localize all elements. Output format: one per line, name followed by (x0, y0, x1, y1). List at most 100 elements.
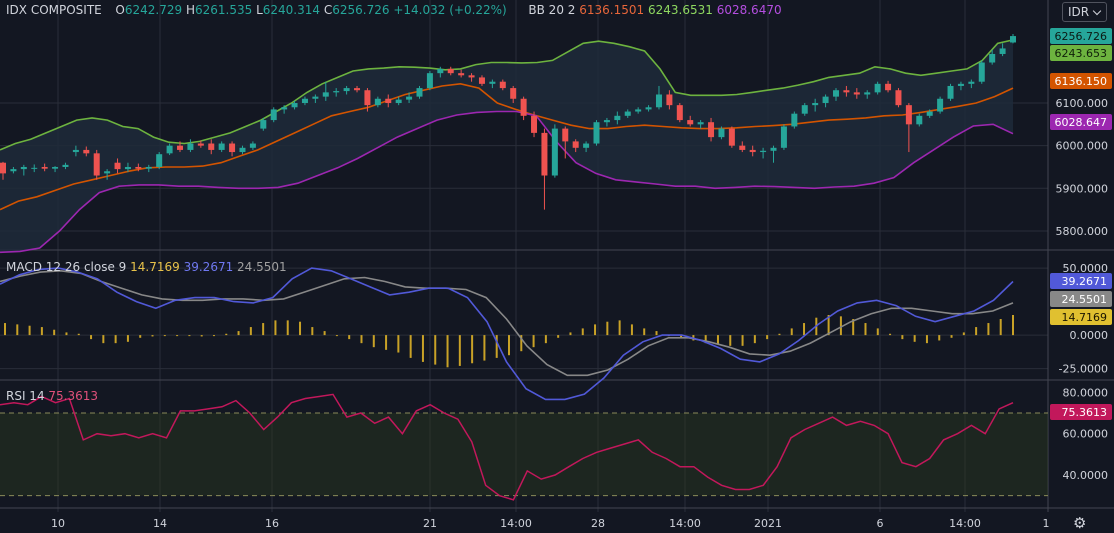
macd-hist-bar (753, 335, 756, 344)
macd-hist-bar (274, 320, 277, 336)
macd-hist-bar (766, 335, 769, 340)
candle (614, 115, 621, 121)
candle (499, 81, 506, 89)
signal-badge: 24.5501 (1062, 293, 1108, 306)
candle (52, 166, 59, 169)
macd-hist-bar (102, 335, 105, 344)
candle (562, 128, 569, 142)
time-axis-label: 10 (51, 517, 65, 530)
rsi-scale-label: 40.0000 (1063, 469, 1109, 482)
candle (655, 94, 662, 108)
macd-hist-bar (999, 319, 1002, 336)
rsi-band-fill (0, 413, 1048, 496)
price-lower-badge: 6028.647 (1055, 116, 1108, 129)
bb-lower-value: 6028.6470 (716, 3, 782, 17)
macd-label: MACD 12 26 close 9 (6, 260, 127, 274)
price-basis-badge: 6136.150 (1055, 75, 1108, 88)
macd-scale-label: -25.0000 (1059, 363, 1108, 376)
macd-hist-bar (1012, 315, 1014, 336)
candle (780, 126, 787, 148)
macd-hist-bar (483, 335, 486, 361)
macd-signal-line (0, 269, 1014, 377)
candle (166, 145, 173, 154)
candle (426, 73, 433, 89)
candle (957, 83, 964, 86)
macd-badge: 39.2671 (1062, 275, 1108, 288)
candle (885, 83, 892, 91)
candle (41, 166, 48, 169)
gear-icon: ⚙ (1073, 514, 1087, 532)
candle (760, 150, 767, 153)
candle (551, 128, 558, 176)
macd-hist-bar (938, 335, 941, 341)
macd-hist-bar (65, 332, 68, 336)
candle (177, 145, 184, 150)
macd-hist-bar (249, 327, 252, 336)
macd-hist-bar (114, 335, 117, 344)
macd-hist-bar (864, 323, 867, 336)
macd-hist-value: 14.7169 (130, 260, 180, 274)
candle (968, 81, 975, 84)
candle (583, 143, 590, 148)
macd-hist-bar (360, 335, 363, 344)
macd-hist-bar (889, 333, 892, 336)
candle (0, 162, 6, 174)
time-axis-label: 16 (265, 517, 279, 530)
candle (218, 143, 225, 150)
candle (666, 94, 673, 106)
macd-hist-bar (139, 335, 142, 338)
macd-hist-bar (299, 321, 302, 336)
candle (312, 96, 319, 99)
macd-scale-label: 0.0000 (1070, 329, 1109, 342)
currency-label: IDR (1068, 5, 1090, 19)
candle (697, 122, 704, 125)
candle (364, 90, 371, 106)
candle (270, 109, 277, 121)
time-axis-label: 1 (1043, 517, 1050, 530)
price-scale-label: 5900.000 (1056, 182, 1109, 195)
bb-label: BB 20 2 (528, 3, 576, 17)
macd-hist-bar (323, 331, 326, 336)
macd-hist-bar (618, 320, 621, 336)
macd-hist-bar (950, 335, 953, 338)
macd-hist-bar (237, 331, 240, 336)
macd-hist-bar (876, 328, 879, 336)
candle (541, 132, 548, 176)
rsi-value: 75.3613 (48, 389, 99, 403)
macd-hist-bar (655, 331, 658, 336)
bb-basis-value: 6136.1501 (579, 3, 645, 17)
high-value: 6261.535 (194, 3, 253, 17)
candle (468, 75, 475, 78)
candle (749, 149, 756, 153)
open-value: 6242.729 (124, 3, 183, 17)
candle (62, 164, 69, 167)
high-label: H (185, 3, 195, 17)
macd-hist-bar (188, 335, 191, 337)
time-axis-label: 14:00 (949, 517, 981, 530)
macd-hist-bar (286, 320, 289, 336)
candle (124, 166, 131, 170)
macd-hist-bar (212, 335, 215, 337)
settings-button[interactable]: ⚙ (1073, 515, 1089, 531)
candle (531, 115, 538, 133)
macd-hist-bar (200, 335, 203, 337)
candle (208, 143, 215, 150)
close-label: C (323, 3, 333, 17)
candle (333, 91, 340, 93)
time-axis-label: 28 (591, 517, 605, 530)
low-label: L (256, 3, 263, 17)
price-scale-label: 6000.000 (1056, 140, 1109, 153)
rsi-label: RSI 14 (6, 389, 45, 403)
candle (832, 90, 839, 97)
candle (676, 105, 683, 121)
macd-hist-bar (16, 324, 19, 336)
rsi-scale-label: 80.0000 (1063, 386, 1109, 399)
macd-hist-bar (262, 323, 265, 336)
candle (874, 83, 881, 93)
currency-button[interactable]: IDR (1062, 2, 1107, 22)
macd-hist-bar (741, 335, 744, 346)
candle (624, 111, 631, 116)
candle (458, 73, 465, 76)
candle (374, 98, 381, 106)
candle (895, 90, 902, 106)
